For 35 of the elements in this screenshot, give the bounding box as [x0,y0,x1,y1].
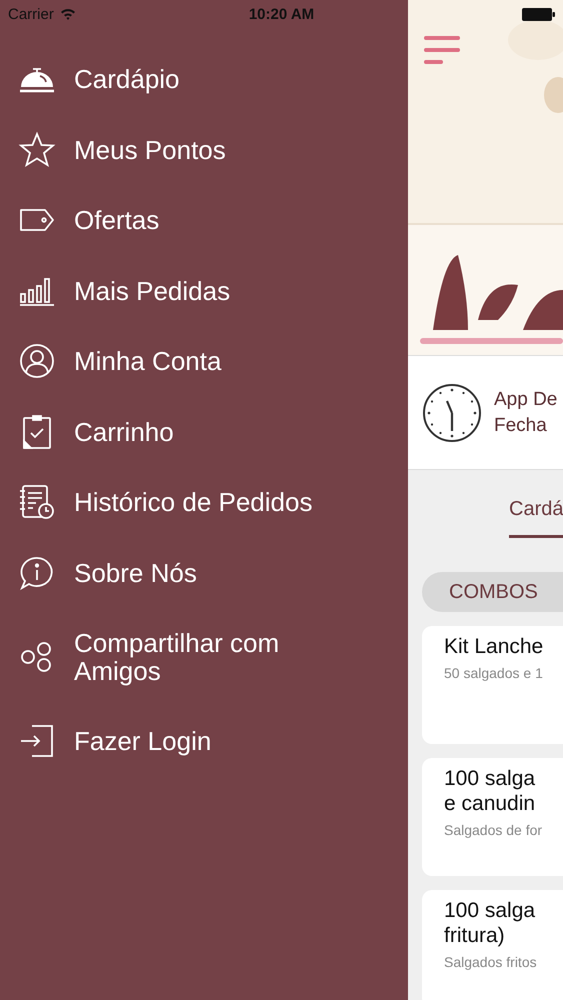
menu-item[interactable]: Minha Conta [0,326,408,396]
menu-label: Meus Pontos [74,136,227,164]
menu-label: Compartilhar com Amigos [74,629,280,685]
carrier-label: Carrier [8,6,54,22]
menu-tab[interactable]: Cardá [509,498,563,538]
menu-item[interactable]: Sobre Nós [0,538,408,608]
menu-item[interactable]: Histórico de Pedidos [0,467,408,538]
menu-label: Histórico de Pedidos [74,488,314,516]
menu-label: Sobre Nós [74,558,198,587]
menu-label: Mais Pedidas [74,276,232,305]
product-name: 100 salga e canudin [444,766,536,816]
product-description: Salgados de for [444,822,544,838]
product-card[interactable]: Kit Lanche 50 salgados e 1 [422,626,563,744]
menu-label: Cardápio [74,65,181,94]
product-description: 50 salgados e 1 [444,665,544,681]
menu-item[interactable]: Fazer Login [0,706,408,776]
menu-label: Fazer Login [74,727,212,756]
category-header: COMBOS [422,572,563,612]
menu-item[interactable]: Ofertas [0,185,408,256]
menu-label: Minha Conta [74,347,222,376]
menu-item[interactable]: Carrinho [0,396,408,467]
store-status-text: Fecha [494,414,548,438]
product-name: Kit Lanche [444,634,544,659]
status-time: 10:20 AM [248,6,316,22]
menu-item[interactable]: Mais Pedidas [0,256,408,326]
store-status-text: App De [494,388,558,412]
product-name: 100 salga fritura) [444,898,536,948]
product-description: Salgados fritos [444,954,538,970]
menu-label: Ofertas [74,206,160,234]
product-card[interactable]: 100 salga fritura) Salgados fritos [422,890,563,1000]
menu-item[interactable]: Meus Pontos [0,114,408,185]
menu-item[interactable]: Compartilhar com Amigos [0,608,408,706]
menu-label: Carrinho [74,418,175,446]
product-card[interactable]: 100 salga e canudin Salgados de for [422,758,563,876]
menu-item[interactable]: Cardápio [0,44,408,114]
